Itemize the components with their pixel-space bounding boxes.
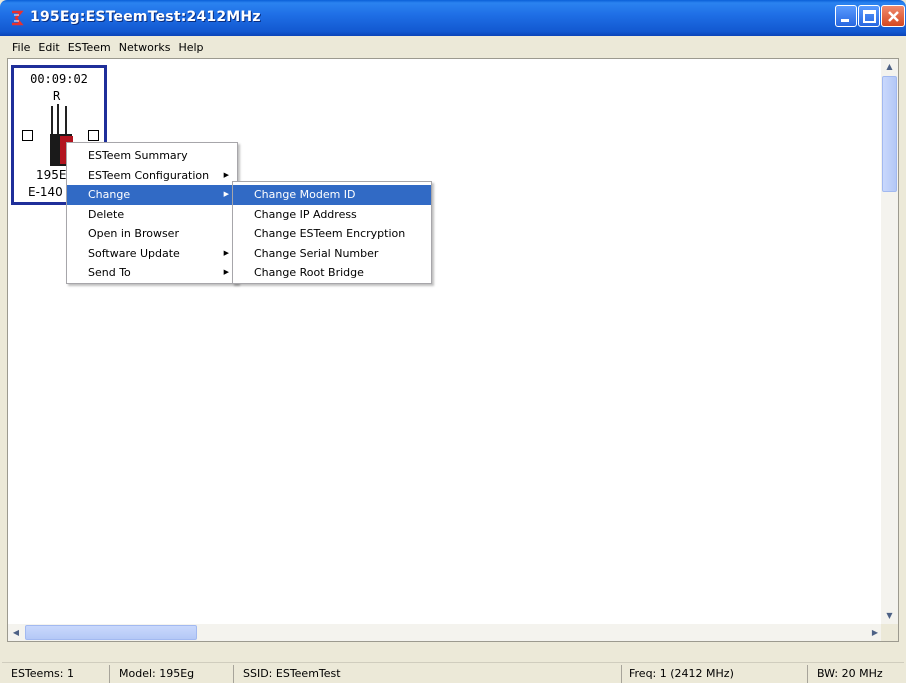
menu-send-to[interactable]: Send To ▶ xyxy=(67,263,237,283)
menu-item-label: Software Update xyxy=(88,246,180,260)
change-submenu: Change Modem ID Change IP Address Change… xyxy=(232,181,432,284)
horizontal-scroll-thumb[interactable] xyxy=(25,625,197,640)
status-freq: Freq: 1 (2412 MHz) xyxy=(624,665,808,683)
submenu-arrow-icon: ▶ xyxy=(223,268,229,276)
menu-item-label: ESTeem Summary xyxy=(88,149,188,162)
device-id: E-140 xyxy=(28,185,63,199)
menu-open-in-browser[interactable]: Open in Browser xyxy=(67,224,237,244)
menu-networks[interactable]: Networks xyxy=(115,41,175,54)
menu-esteem[interactable]: ESTeem xyxy=(64,41,115,54)
device-checkbox-left[interactable] xyxy=(22,130,33,141)
menu-item-label: Open in Browser xyxy=(88,227,179,240)
submenu-arrow-icon: ▶ xyxy=(223,190,229,198)
menu-change-esteem-encryption[interactable]: Change ESTeem Encryption xyxy=(233,224,431,244)
horizontal-scrollbar[interactable]: ◀ ▶ xyxy=(8,624,883,641)
resize-grip-icon[interactable] xyxy=(881,624,898,641)
status-bandwidth: BW: 20 MHz xyxy=(817,667,883,680)
scroll-left-icon[interactable]: ◀ xyxy=(8,625,24,640)
close-button[interactable] xyxy=(881,5,905,27)
menu-delete[interactable]: Delete xyxy=(67,205,237,225)
menu-software-update[interactable]: Software Update ▶ xyxy=(67,244,237,264)
context-menu: ESTeem Summary ESTeem Configuration ▶ Cha… xyxy=(66,142,238,284)
menu-change-ip-address[interactable]: Change IP Address xyxy=(233,205,431,225)
menu-bar: File Edit ESTeem Networks Help xyxy=(2,36,904,58)
submenu-arrow-icon: ▶ xyxy=(223,248,229,257)
status-ssid: SSID: ESTeemTest xyxy=(238,665,622,683)
vertical-scrollbar[interactable]: ▲ ▼ xyxy=(881,59,898,624)
menu-item-label: Send To xyxy=(88,266,131,279)
window-title: 195Eg:ESTeemTest:2412MHz xyxy=(30,9,261,25)
status-model: Model: 195Eg xyxy=(114,665,234,683)
submenu-arrow-icon: ▶ xyxy=(223,170,229,179)
menu-change-modem-id[interactable]: Change Modem ID xyxy=(233,185,431,205)
scroll-down-icon[interactable]: ▼ xyxy=(882,608,897,624)
scroll-up-icon[interactable]: ▲ xyxy=(882,59,897,75)
menu-file[interactable]: File xyxy=(8,41,34,54)
menu-edit[interactable]: Edit xyxy=(34,41,63,54)
vertical-scroll-thumb[interactable] xyxy=(882,76,897,192)
menu-change-root-bridge[interactable]: Change Root Bridge xyxy=(233,263,431,283)
status-bar: ESTeems: 1 Model: 195Eg SSID: ESTeemTest… xyxy=(2,662,904,683)
menu-item-label: ESTeem Configuration xyxy=(88,168,210,182)
app-window: 195Eg:ESTeemTest:2412MHz File Edit ESTee… xyxy=(0,0,906,683)
menu-change-serial-number[interactable]: Change Serial Number xyxy=(233,244,431,264)
menu-help[interactable]: Help xyxy=(174,41,207,54)
maximize-button[interactable] xyxy=(858,5,880,27)
device-checkbox-right[interactable] xyxy=(88,130,99,141)
device-name: 195E xyxy=(36,168,67,182)
title-bar[interactable]: 195Eg:ESTeemTest:2412MHz xyxy=(0,0,906,36)
menu-esteem-configuration[interactable]: ESTeem Configuration ▶ xyxy=(67,166,237,186)
menu-change[interactable]: Change ▶ xyxy=(67,185,237,205)
menu-item-label: Change xyxy=(88,188,131,201)
status-esteems: ESTeems: 1 xyxy=(6,665,110,683)
device-role: R xyxy=(53,89,61,103)
menu-item-label: Delete xyxy=(88,207,125,221)
esteem-app-icon[interactable] xyxy=(9,10,25,26)
menu-esteem-summary[interactable]: ESTeem Summary xyxy=(67,146,237,166)
minimize-button[interactable] xyxy=(835,5,857,27)
device-uptime: 00:09:02 xyxy=(30,72,88,86)
